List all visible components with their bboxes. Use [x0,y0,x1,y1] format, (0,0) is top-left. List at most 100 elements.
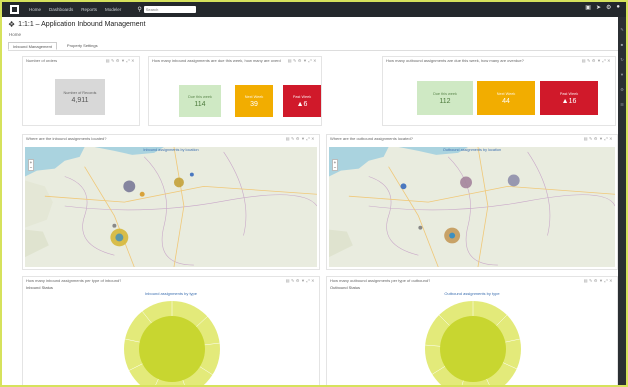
edit-icon[interactable]: ✎ [618,27,626,32]
panel-inbound-by-type: How many inbound assignments per type of… [22,276,320,385]
kpi-box-number-of-records[interactable]: Number of Records 4,911 [55,79,105,115]
search-input[interactable] [143,6,196,13]
dashboard-tabs: Inbound Management Property Settings [8,42,618,51]
close-icon[interactable]: ✕ [131,58,136,63]
map-marker[interactable] [449,232,456,239]
user-icon[interactable]: ● [616,4,620,11]
breadcrumb[interactable]: Home [9,32,21,37]
panel-tools: ▤✎⚙▼⤢✕ [286,136,316,141]
nav-home[interactable]: Home [29,7,41,12]
donut-chart [124,301,221,385]
nav-modeler[interactable]: Modeler [105,7,121,12]
map-marker[interactable] [507,174,520,187]
map-canvas [329,147,615,267]
close-icon[interactable]: ✕ [311,136,316,141]
tab-property-settings[interactable]: Property Settings [63,42,102,50]
map-marker[interactable] [400,183,407,190]
zoom-out-icon[interactable]: − [334,165,337,170]
kpi-value: ▲6 [296,100,308,108]
map-marker[interactable] [460,176,472,189]
kpi-box-next-week[interactable]: Next Week 39 [235,85,273,117]
kpi-box-past-week[interactable]: Past Week ▲6 [283,85,321,117]
kpi-value: 4,911 [71,96,89,104]
panel-title: How many outbound assignments per type o… [330,278,431,283]
donut-chart [424,301,521,385]
map-marker[interactable] [139,191,145,197]
panel-outbound-map: Where are the outbound assignments locat… [326,134,618,270]
map-view[interactable]: Outbound assignments by location + − [329,147,615,267]
panel-title: How many inbound assignments per type of… [26,278,122,283]
close-icon[interactable]: ✕ [609,278,614,283]
donut-inner[interactable] [440,316,506,382]
search-box: ⚲ [137,6,196,13]
gear-icon[interactable]: ⚙ [606,4,611,11]
settings-icon[interactable]: ⚙ [618,87,626,92]
tab-inbound-management[interactable]: Inbound Management [8,42,57,50]
page-title: 1:1:1 – Application Inbound Management [18,21,146,28]
donut-title: Outbound assignments by type [444,291,500,296]
save-icon[interactable]: ■ [618,42,626,47]
filter-icon[interactable]: ▼ [618,72,626,77]
donut-subtitle: Inbound Status [26,285,53,290]
kpi-box-due-this-week[interactable]: Due this week 114 [179,85,221,117]
kpi-value: ▲16 [561,97,577,105]
map-view[interactable]: Inbound assignments by location + − [25,147,317,267]
nav-reports[interactable]: Reports [81,7,97,12]
donut-inner[interactable] [139,316,205,382]
kpi-box-past-week[interactable]: Past Week ▲16 [540,81,598,115]
app-frame: Home Dashboards Reports Modeler ⚲ ▣ ➤ ⚙ … [0,0,628,387]
panel-tools: ▤✎⚙▼⤢✕ [582,58,612,63]
map-marker[interactable] [189,172,194,177]
panel-tools: ▤✎⚙▼⤢✕ [584,136,614,141]
map-canvas [25,147,317,267]
panel-title: Where are the inbound assignments locate… [26,136,107,141]
map-title: Outbound assignments by location [442,148,502,152]
right-toolbar: ✎ ■ ↻ ▼ ⚙ ☰ [618,17,626,385]
kpi-label: Past Week [292,94,312,99]
close-icon[interactable]: ✕ [313,58,318,63]
kpi-value: 39 [250,100,258,108]
kpi-label: Next Week [244,94,264,99]
share-icon[interactable]: ↻ [618,57,626,62]
panel-inbound-due: How many inbound assignments are due thi… [148,56,322,126]
close-icon[interactable]: ✕ [311,278,316,283]
search-icon[interactable]: ⚲ [137,6,141,13]
map-marker[interactable] [115,233,124,242]
map-title: Inbound assignments by location [143,148,199,152]
kpi-label: Due this week [188,94,212,99]
rocket-icon[interactable]: ➤ [596,4,601,11]
panel-tools: ▤✎⚙▼⤢✕ [584,278,614,283]
panel-title: How many inbound assignments are due thi… [152,58,281,63]
kpi-box-due-this-week[interactable]: Due this week 112 [417,81,473,115]
panel-number-of-orders: Number of orders ▤✎⚙▼⤢✕ Number of Record… [22,56,140,126]
dashboard-icon: ❖ [8,20,16,29]
top-navbar: Home Dashboards Reports Modeler ⚲ ▣ ➤ ⚙ … [2,2,626,17]
donut-title: Inbound assignments by type [144,291,198,296]
panel-tools: ▤✎⚙▼⤢✕ [286,278,316,283]
panel-outbound-due: How many outbound assignments are due th… [382,56,616,126]
map-marker[interactable] [173,177,184,188]
panel-tools: ▤✎⚙▼⤢✕ [106,58,136,63]
app-logo-icon[interactable] [10,5,19,14]
kpi-value: 112 [439,97,451,105]
kpi-box-next-week[interactable]: Next Week 44 [477,81,535,115]
close-icon[interactable]: ✕ [609,136,614,141]
nav-dashboards[interactable]: Dashboards [49,7,73,12]
top-right-tools: ▣ ➤ ⚙ ● [585,4,620,11]
panel-inbound-map: Where are the inbound assignments locate… [22,134,320,270]
kpi-value: 44 [502,97,510,105]
map-marker[interactable] [418,225,423,230]
monitor-icon[interactable]: ▣ [585,4,591,11]
list-icon[interactable]: ☰ [618,102,626,107]
kpi-label: Due this week [433,91,457,96]
panel-title: How many outbound assignments are due th… [386,58,524,63]
kpi-label: Number of Records [63,90,97,95]
zoom-out-icon[interactable]: − [30,165,33,170]
panel-outbound-by-type: How many outbound assignments per type o… [326,276,618,385]
close-icon[interactable]: ✕ [607,58,612,63]
map-marker[interactable] [112,223,117,228]
panel-title: Where are the outbound assignments locat… [330,136,413,141]
map-marker[interactable] [123,180,136,193]
kpi-label: Past Week [559,91,579,96]
panel-tools: ▤✎⚙▼⤢✕ [288,58,318,63]
